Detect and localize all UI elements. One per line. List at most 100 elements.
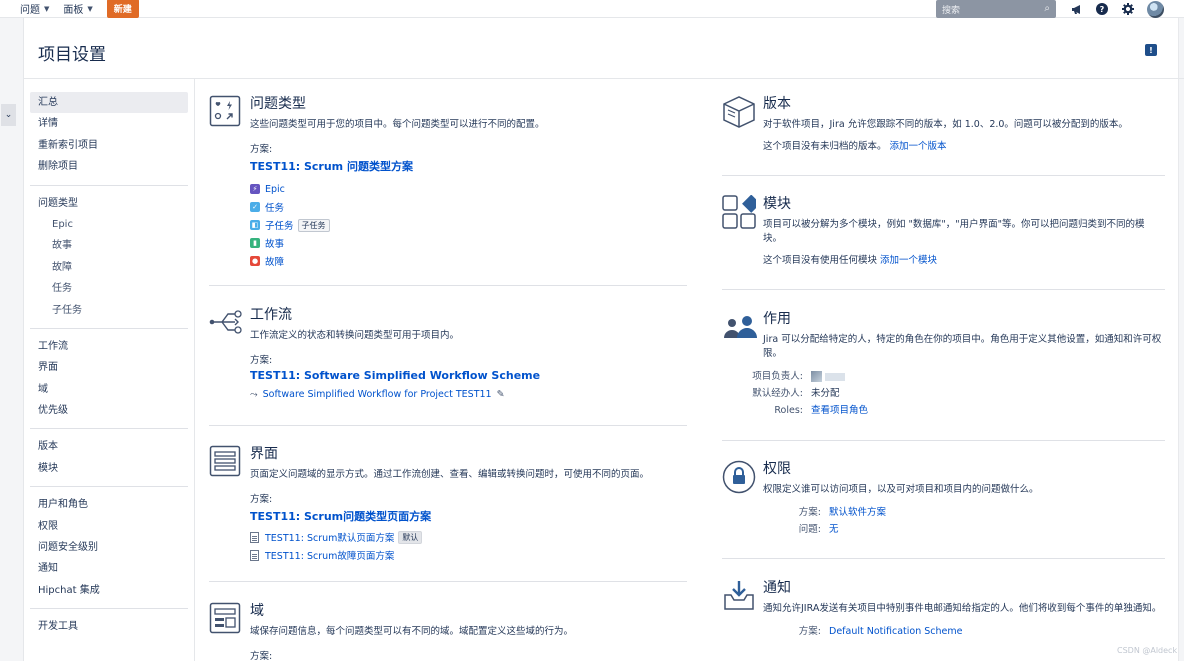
sidebar-item[interactable]: 子任务 (30, 300, 188, 321)
issue-security-label: 问题: (798, 524, 821, 535)
nav-boards-menu[interactable]: 面板 ▼ (63, 1, 92, 17)
sidebar-item[interactable]: 界面 (30, 357, 188, 378)
fields-title: 域 (250, 603, 264, 619)
issue-types-description: 这些问题类型可用于您的项目中。每个问题类型可以进行不同的配置。 (250, 119, 545, 130)
issue-type-label: 故事 (265, 239, 285, 250)
divider (209, 581, 687, 582)
screen-scheme-item[interactable]: TEST11: Scrum故障页面方案 (250, 546, 649, 564)
sidebar-divider (30, 608, 188, 610)
sidebar-item[interactable]: Hipchat 集成 (30, 580, 188, 601)
sidebar-item[interactable]: 汇总 (30, 92, 188, 114)
add-component-link[interactable]: 添加一个模块 (880, 255, 937, 266)
scheme-label: 方案: (250, 651, 273, 661)
versions-description: 对于软件项目，Jira 允许您跟踪不同的版本，如 1.0、2.0。问题可以被分配… (763, 119, 1128, 130)
notification-scheme-link[interactable]: Default Notification Scheme (829, 623, 962, 640)
issue-security-link[interactable]: 无 (829, 521, 839, 538)
issue-type-item[interactable]: ✓ 任务 (250, 198, 545, 216)
sidebar-item[interactable]: 工作流 (30, 336, 188, 357)
issue-type-scheme-link[interactable]: TEST11: Scrum 问题类型方案 (250, 158, 545, 174)
sidebar-item[interactable]: 模块 (30, 458, 188, 479)
issue-type-icon: ⚡ (250, 184, 260, 194)
sidebar-divider (30, 428, 188, 430)
project-lead-label: 项目负责人: (752, 371, 803, 382)
document-icon (250, 549, 259, 561)
workflow-title: 工作流 (250, 307, 292, 323)
gear-icon[interactable] (1121, 2, 1135, 16)
sidebar-item[interactable]: 优先级 (30, 400, 188, 421)
sidebar-divider (30, 486, 188, 488)
default-badge: 默认 (398, 530, 423, 544)
workflow-description: 工作流定义的状态和转换问题类型可用于项目内。 (250, 330, 460, 341)
workflow-item[interactable]: ⤳ Software Simplified Workflow for Proje… (250, 389, 540, 400)
add-version-link[interactable]: 添加一个版本 (890, 141, 947, 152)
avatar (811, 371, 822, 382)
screens-icon (209, 445, 241, 477)
screen-scheme-item-label: TEST11: Scrum默认页面方案 (265, 533, 395, 544)
megaphone-icon[interactable] (1070, 2, 1084, 16)
screen-scheme-link[interactable]: TEST11: Scrum问题类型页面方案 (250, 508, 649, 524)
scheme-label: 方案: (250, 144, 273, 155)
issue-type-label: 子任务 (265, 221, 294, 232)
blurred-name (825, 372, 845, 381)
issue-type-list: ⚡ Epic ✓ 任务 ◧ 子任务 子任务 ▮ 故事 ● 故障 (250, 180, 545, 270)
sidebar-item[interactable]: 故障 (30, 257, 188, 278)
scrollbar[interactable] (1178, 18, 1184, 661)
sidebar-item[interactable]: 域 (30, 379, 188, 400)
issue-type-item[interactable]: ▮ 故事 (250, 234, 545, 252)
issue-type-item[interactable]: ⚡ Epic (250, 180, 545, 198)
roles-label: Roles: (774, 405, 803, 416)
issue-type-label: Epic (265, 183, 285, 195)
default-assignee-value: 未分配 (811, 388, 840, 399)
create-button[interactable]: 新建 (106, 0, 139, 18)
issue-type-item[interactable]: ◧ 子任务 子任务 (250, 216, 545, 234)
sidebar-item[interactable]: 版本 (30, 436, 188, 457)
default-assignee-label: 默认经办人: (752, 388, 803, 399)
issue-type-icon: ✓ (250, 202, 260, 212)
pencil-icon[interactable]: ✎ (497, 389, 505, 400)
user-avatar[interactable] (1147, 1, 1164, 18)
search-input[interactable]: 搜索 ⌕ (936, 0, 1056, 18)
divider (722, 558, 1165, 559)
sidebar-item[interactable]: 问题安全级别 (30, 537, 188, 558)
notification-scheme-row: 方案: Default Notification Scheme (729, 623, 1163, 640)
issue-security-row: 问题: 无 (729, 521, 1039, 538)
search-icon: ⌕ (1044, 3, 1050, 14)
sidebar-item[interactable]: 详情 (30, 113, 188, 134)
sidebar-item[interactable]: 任务 (30, 278, 188, 299)
components-icon (722, 194, 761, 229)
permission-scheme-link[interactable]: 默认软件方案 (829, 504, 886, 521)
sidebar-item[interactable]: 问题类型 (30, 193, 188, 214)
issue-type-item[interactable]: ● 故障 (250, 252, 545, 270)
watermark: CSDN @Aldeck (1117, 646, 1178, 655)
feedback-icon[interactable]: ! (1145, 44, 1157, 56)
components-status: 这个项目没有使用任何模块 添加一个模块 (763, 254, 1163, 268)
workflow-item-label: Software Simplified Workflow for Project… (262, 389, 492, 400)
sidebar-item[interactable]: 开发工具 (30, 616, 188, 637)
project-lead-value[interactable] (811, 368, 845, 385)
screens-title: 界面 (250, 446, 278, 462)
screen-scheme-item[interactable]: TEST11: Scrum默认页面方案 默认 (250, 528, 649, 546)
components-none-text: 这个项目没有使用任何模块 (763, 255, 878, 266)
scheme-label: 方案: (250, 355, 273, 366)
divider (722, 289, 1165, 290)
chevron-down-icon[interactable]: ⌄ (1, 104, 16, 126)
help-icon[interactable]: ? (1095, 2, 1109, 16)
sidebar-item[interactable]: 通知 (30, 558, 188, 579)
notification-icon (722, 579, 754, 611)
sidebar-item[interactable]: 故事 (30, 235, 188, 256)
project-lead-row: 项目负责人: (711, 368, 1163, 385)
workflow-scheme-link[interactable]: TEST11: Software Simplified Workflow Sch… (250, 369, 540, 382)
sidebar-item[interactable]: 用户和角色 (30, 494, 188, 515)
sidebar-item[interactable]: 权限 (30, 516, 188, 537)
sidebar-item[interactable]: 删除项目 (30, 156, 188, 177)
roles-title: 作用 (763, 311, 791, 327)
sidebar-item[interactable]: Epic (30, 214, 188, 235)
screens-description: 页面定义问题域的显示方式。通过工作流创建、查看、编辑或转换问题时，可使用不同的页… (250, 469, 650, 480)
nav-issues-menu[interactable]: 问题 ▼ (20, 1, 49, 17)
issue-type-icon: ● (250, 256, 260, 266)
sidebar-item[interactable]: 重新索引项目 (30, 135, 188, 156)
document-icon (250, 531, 259, 543)
issue-type-label: 故障 (265, 257, 285, 268)
view-roles-link[interactable]: 查看项目角色 (811, 402, 868, 419)
page-title: 项目设置 (38, 45, 106, 65)
